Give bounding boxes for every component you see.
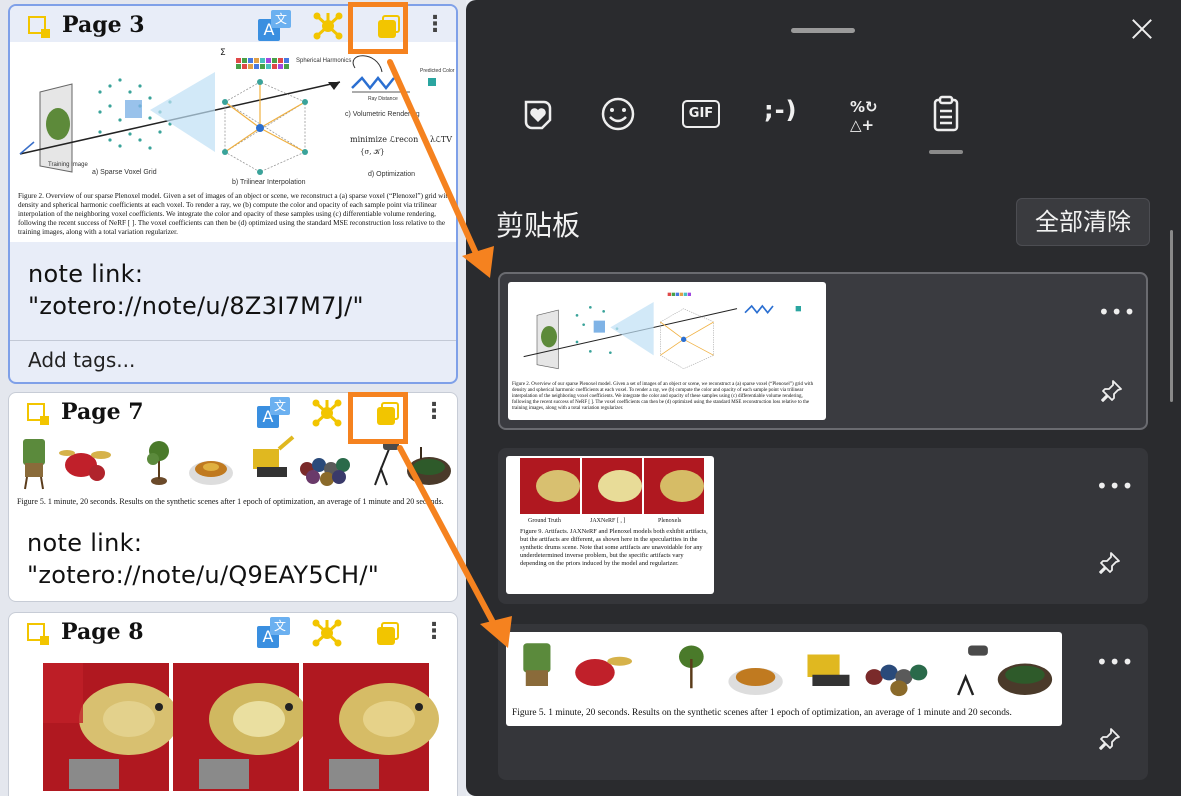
translate-icon[interactable]: A文 (257, 397, 291, 428)
selected-tab-indicator (929, 150, 963, 154)
clipboard-item-caption: Figure 5. 1 minute, 20 seconds. Results … (512, 708, 1012, 718)
more-options-icon[interactable]: ••• (1096, 652, 1133, 672)
pin-icon[interactable] (1096, 726, 1122, 752)
heart-sticker-icon[interactable] (518, 94, 558, 134)
figure-caption: Figure 2. Overview of our sparse Plenoxe… (18, 192, 451, 236)
minimize-formula: minimize ℒrecon + λℒTV (350, 135, 452, 144)
plenoxel-figure: Training Image a) Sparse Voxel Grid Σ Sp… (19, 48, 455, 186)
translate-icon[interactable]: A文 (258, 10, 292, 41)
pin-icon[interactable] (1096, 550, 1122, 576)
ray-distance-label: Ray Distance (368, 96, 398, 102)
clipboard-item-image: Figure 2. Overview of our sparse Plenoxe… (508, 282, 826, 420)
more-options-icon[interactable]: ⋮ (423, 399, 445, 425)
more-options-icon[interactable]: ⋮ (423, 619, 445, 645)
page-label: Page 3 (62, 12, 145, 38)
svg-text:△+: △+ (850, 116, 874, 134)
card-divider (10, 340, 456, 341)
annotation-image (9, 649, 457, 796)
sum-symbol: Σ (220, 48, 226, 58)
annotation-image: Training Image a) Sparse Voxel Grid Σ Sp… (10, 42, 456, 242)
add-tags-field[interactable]: Add tags... (28, 348, 135, 372)
copy-image-icon[interactable] (377, 622, 401, 646)
graph-icon[interactable] (311, 398, 343, 428)
drums-artifacts-figure (43, 663, 439, 791)
annotation-card-page-3[interactable]: Page 3 A文 ⋮ Training Image a) Sparse Vox… (8, 4, 458, 384)
highlight-box-copy-page-7 (348, 392, 408, 444)
card-header: Page 8 A文 ⋮ (9, 613, 457, 649)
figure-caption: Figure 5. 1 minute, 20 seconds. Results … (17, 497, 444, 506)
kaomoji-icon[interactable]: ;-) (764, 96, 804, 136)
image-annotation-icon (27, 623, 49, 645)
optimization-label: d) Optimization (368, 171, 415, 178)
sigma-formula: {σ, 𝒦} (360, 148, 385, 156)
more-options-icon[interactable]: ••• (1098, 302, 1135, 322)
clipboard-title: 剪贴板 (496, 209, 581, 242)
clipboard-icon[interactable] (926, 94, 966, 134)
drag-handle[interactable] (791, 28, 855, 33)
pin-icon[interactable] (1098, 378, 1124, 404)
thumb-label-ground-truth: Ground Truth (528, 518, 561, 524)
page-label: Page 8 (61, 619, 144, 645)
more-options-icon[interactable]: ⋮ (424, 12, 446, 38)
more-options-icon[interactable]: ••• (1096, 476, 1133, 496)
clipboard-item[interactable]: Ground Truth JAXNeRF [ , ] Plenoxels Fig… (498, 448, 1148, 604)
graph-icon[interactable] (311, 618, 343, 648)
annotation-card-page-8[interactable]: Page 8 A文 ⋮ (8, 612, 458, 796)
clipboard-item-caption: Figure 2. Overview of our sparse Plenoxe… (512, 382, 814, 411)
graph-icon[interactable] (312, 11, 344, 41)
sparse-voxel-label: a) Sparse Voxel Grid (92, 169, 157, 176)
clipboard-panel: GIF ;-) %↻ △+ 剪贴板 全部清除 Figure 2. Overvie… (466, 0, 1181, 796)
page-label: Page 7 (61, 399, 144, 425)
note-link-text[interactable]: note link: "zotero://note/u/Q9EAY5CH/" (27, 527, 379, 591)
symbols-icon[interactable]: %↻ △+ (846, 94, 886, 134)
sh-label: Spherical Harmonics (296, 58, 351, 64)
close-button[interactable] (1126, 14, 1158, 46)
gif-icon[interactable]: GIF (682, 100, 720, 128)
annotations-pane: Page 3 A文 ⋮ Training Image a) Sparse Vox… (0, 0, 466, 796)
image-annotation-icon (27, 403, 49, 425)
scrollbar[interactable] (1170, 230, 1173, 402)
trilinear-label: b) Trilinear Interpolation (232, 179, 306, 186)
translate-icon[interactable]: A文 (257, 617, 291, 648)
volumetric-label: c) Volumetric Rendering (345, 111, 420, 118)
training-label: Training Image (48, 162, 88, 168)
smiley-icon[interactable] (598, 94, 638, 134)
svg-text:%↻: %↻ (850, 98, 878, 116)
note-link-text[interactable]: note link: "zotero://note/u/8Z3I7M7J/" (28, 258, 364, 322)
clipboard-item-image: Ground Truth JAXNeRF [ , ] Plenoxels Fig… (506, 456, 714, 594)
clipboard-item-image: Figure 5. 1 minute, 20 seconds. Results … (506, 632, 1062, 726)
highlight-box-copy-page-3 (348, 2, 408, 54)
clear-all-button[interactable]: 全部清除 (1016, 198, 1150, 246)
thumb-label-plenoxels: Plenoxels (658, 518, 682, 524)
thumb-label-jaxnerf: JAXNeRF [ , ] (590, 518, 626, 524)
clipboard-item[interactable]: Figure 2. Overview of our sparse Plenoxe… (498, 272, 1148, 430)
clipboard-item[interactable]: Figure 5. 1 minute, 20 seconds. Results … (498, 624, 1148, 780)
clipboard-item-caption: Figure 9. Artifacts. JAXNeRF and Plenoxe… (520, 528, 708, 567)
image-annotation-icon (28, 16, 50, 38)
predicted-label: Predicted Color (420, 68, 455, 74)
